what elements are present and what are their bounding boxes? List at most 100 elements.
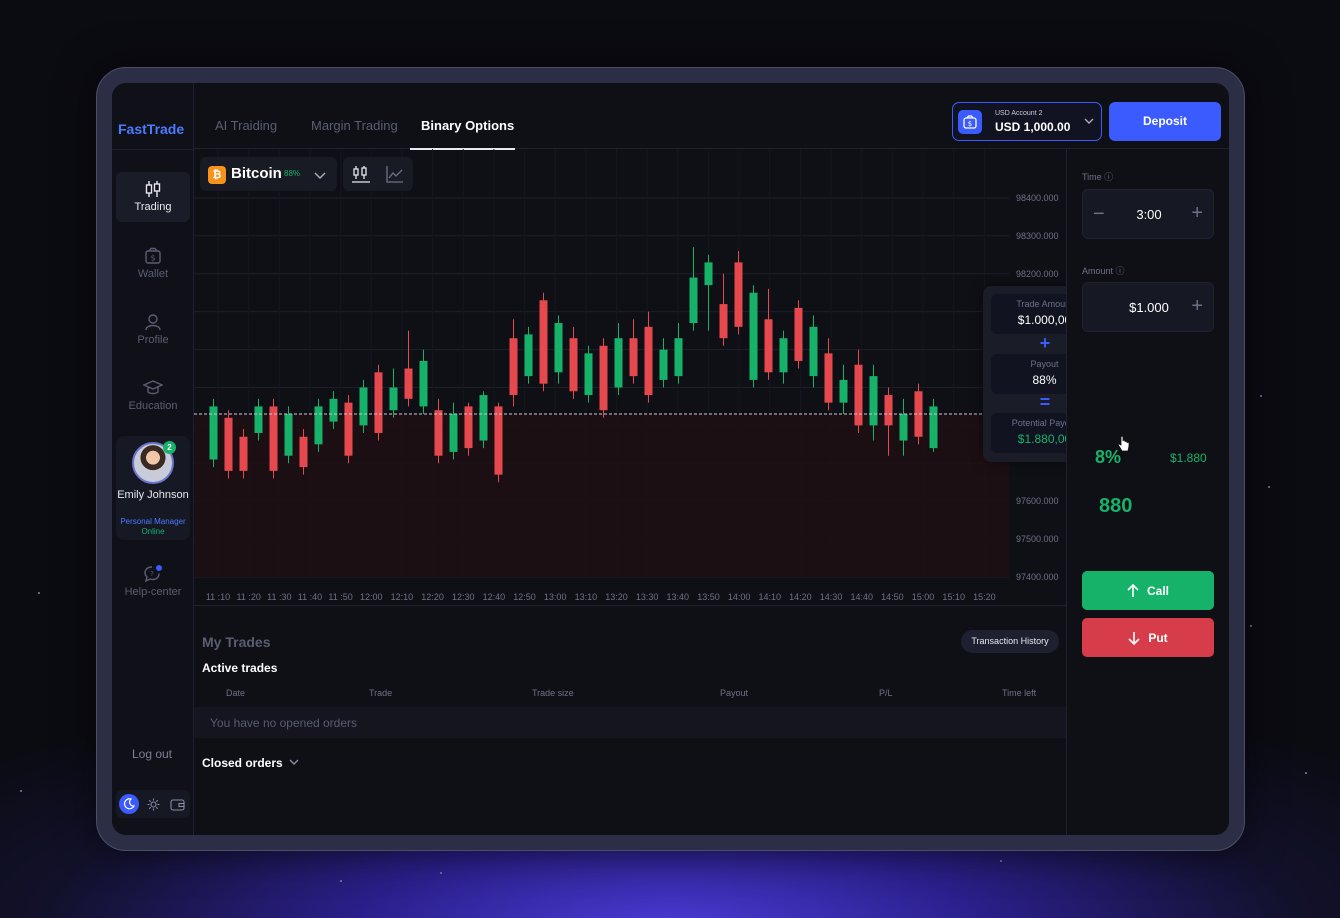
call-button[interactable]: Call [1082,571,1214,610]
x-tick-label: 12:10 [391,592,414,602]
info-icon: ⓘ [1104,172,1114,182]
transaction-history-button[interactable]: Transaction History [961,630,1059,653]
candle [479,395,488,441]
x-tick-label: 11 :40 [298,592,322,602]
svg-text:$: $ [968,120,972,128]
x-tick-label: 14:40 [850,592,873,602]
dark-mode-button[interactable] [119,794,139,814]
closed-orders-toggle[interactable]: Closed orders [202,756,283,770]
column-header: Trade [369,688,393,698]
active-trades-title: Active trades [202,661,278,675]
graduation-cap-icon [143,380,163,395]
x-tick-label: 15:20 [973,592,996,602]
manager-status: Online [141,527,165,536]
wallet-mode-button[interactable] [167,794,187,814]
candle [764,319,773,373]
candle [854,364,863,426]
sidebar-item-help-center[interactable]: ? Help-center [116,557,190,607]
top-bar: AI Traiding Margin Trading Binary Option… [194,83,1229,150]
line-chart-icon[interactable] [385,164,405,184]
x-tick-label: 12:00 [360,592,383,602]
candle [899,414,908,441]
candle [884,395,893,426]
tab-binary-options[interactable]: Binary Options [421,118,514,133]
asset-payout: 88% [284,169,301,178]
x-tick-label: 14:10 [759,592,782,602]
chevron-down-icon [314,172,326,180]
candle [329,398,338,422]
put-label: Put [1148,630,1168,645]
trade-panel: Time ⓘ − 3:00 + Amount ⓘ $1.000 + 8% $1.… [1066,149,1229,835]
candle [239,436,248,471]
candle [419,360,428,407]
price-chart[interactable]: 98400.000 98300.000 98200.000 97600.000 9750… [194,149,1066,606]
sidebar-item-label: Wallet [137,268,169,280]
x-tick-label: 12:50 [513,592,536,602]
x-tick-label: 13:20 [605,592,628,602]
candle [689,277,698,324]
logout-button[interactable]: Log out [112,747,192,761]
x-tick-label: 14:20 [789,592,812,602]
candle [929,406,938,449]
app-screen: FastTrade Trading $ Wallet Profile Educa… [112,83,1229,835]
hand-cursor-icon [1117,435,1130,452]
candle [659,349,668,380]
profit-total: 880 [1099,495,1133,517]
sidebar-item-label: Education [128,400,178,412]
info-icon: ⓘ [1115,266,1125,276]
x-tick-label: 12:40 [483,592,506,602]
call-label: Call [1146,583,1169,598]
column-header: Time left [1002,688,1037,698]
sidebar-item-label: Trading [134,201,172,213]
candle [299,436,308,468]
plus-icon[interactable]: + [1191,202,1203,225]
sidebar-item-education[interactable]: Education [116,371,190,421]
x-tick-label: 13:10 [575,592,598,602]
time-label: Time ⓘ [1082,172,1114,182]
notification-badge: 2 [163,441,176,454]
x-tick-label: 11 :50 [328,592,352,602]
deposit-button[interactable]: Deposit [1109,102,1221,141]
light-mode-button[interactable] [143,794,163,814]
section-title: My Trades [202,634,271,650]
x-tick-label: 14:30 [820,592,843,602]
candle [434,410,443,456]
account-selector[interactable]: $ USD Account 2 USD 1,000.00 [952,102,1102,141]
app-logo[interactable]: FastTrade [118,121,184,137]
x-tick-label: 11 :30 [267,592,291,602]
arrow-up-icon [1127,583,1139,597]
candle [554,323,563,373]
x-tick-label: 13:40 [667,592,690,602]
profit-amount: $1.880 [1170,451,1207,465]
time-stepper[interactable]: − 3:00 + [1082,189,1214,239]
divider [112,149,194,150]
sidebar-item-trading[interactable]: Trading [116,172,190,222]
put-button[interactable]: Put [1082,618,1214,657]
candle [524,334,533,377]
candle [539,300,548,384]
tab-ai-trading[interactable]: AI Traiding [215,118,277,133]
y-tick-label: 98300.000 [1016,231,1059,241]
asset-selector[interactable]: ₿ Bitcoin 88% [200,157,337,191]
chevron-down-icon [1084,118,1094,124]
sidebar-item-wallet[interactable]: $ Wallet [116,239,190,289]
amount-stepper[interactable]: $1.000 + [1082,282,1214,332]
x-tick-label: 15:10 [942,592,965,602]
x-tick-label: 14:50 [881,592,904,602]
tab-margin-trading[interactable]: Margin Trading [311,118,398,133]
chevron-down-icon[interactable] [288,756,300,768]
column-header: Payout [720,688,749,698]
personal-manager-card[interactable]: 2 Emily Johnson Personal Manager Online [116,436,190,540]
y-tick-label: 97400.000 [1016,572,1059,582]
user-icon [145,314,161,331]
x-tick-label: 11 :10 [206,592,230,602]
candlestick-chart-icon[interactable] [351,164,371,184]
plus-icon[interactable]: + [1191,295,1203,318]
sidebar-item-profile[interactable]: Profile [116,305,190,355]
column-header: Trade size [532,688,574,698]
account-balance: USD 1,000.00 [995,120,1071,134]
amount-label: Amount ⓘ [1082,266,1125,276]
candle [824,353,833,403]
candle [449,414,458,452]
x-tick-label: 15:00 [912,592,935,602]
